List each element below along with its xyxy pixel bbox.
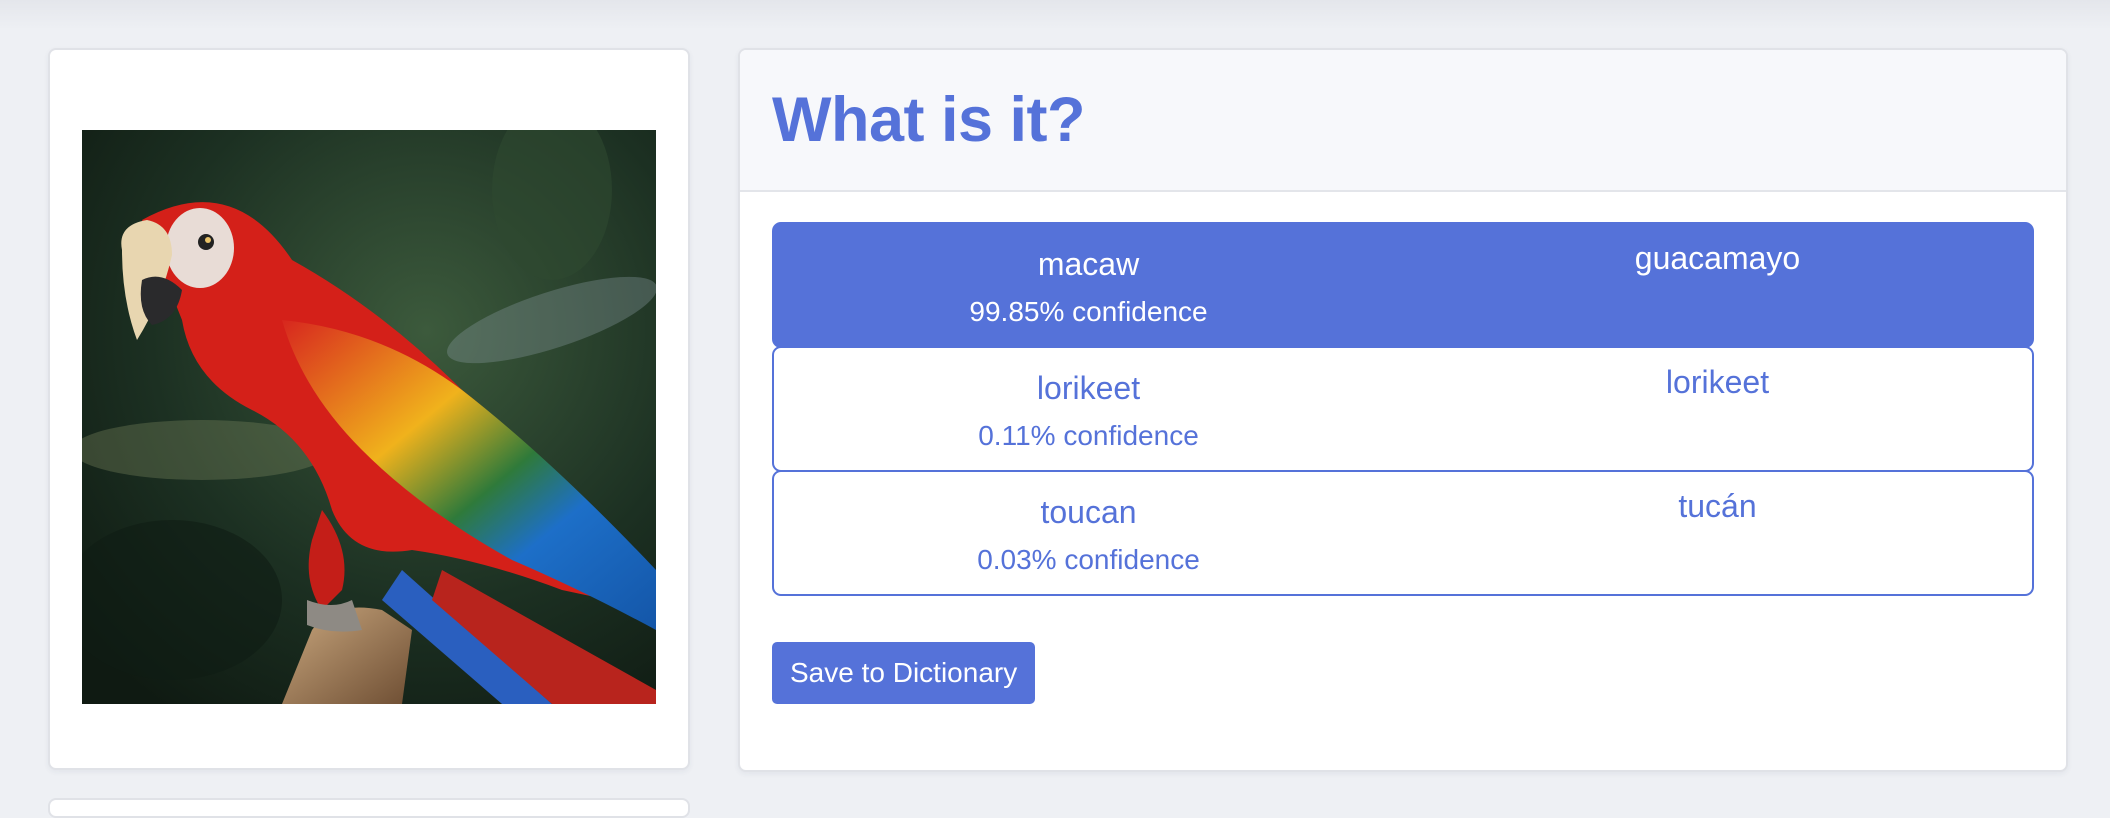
prediction-english: lorikeet 0.11% confidence bbox=[774, 348, 1403, 470]
prediction-confidence: 99.85% confidence bbox=[969, 296, 1208, 327]
prediction-english: toucan 0.03% confidence bbox=[774, 472, 1403, 594]
prediction-label: toucan bbox=[1040, 494, 1137, 530]
result-body: macaw 99.85% confidence guacamayo lorike… bbox=[740, 192, 2066, 704]
prediction-spanish: guacamayo bbox=[1403, 224, 2032, 346]
prediction-label: lorikeet bbox=[1036, 370, 1141, 406]
page-title: What is it? bbox=[772, 85, 1085, 155]
result-card: What is it? macaw 99.85% confidence guac… bbox=[738, 48, 2068, 772]
macaw-photo-illustration bbox=[82, 130, 656, 704]
prediction-item-macaw[interactable]: macaw 99.85% confidence guacamayo bbox=[772, 222, 2034, 348]
prediction-translation: tucán bbox=[1678, 488, 1757, 524]
uploaded-photo bbox=[82, 130, 656, 704]
prediction-confidence: 0.11% confidence bbox=[978, 420, 1199, 451]
prediction-translation: guacamayo bbox=[1634, 240, 1801, 276]
result-header: What is it? bbox=[740, 50, 2066, 192]
prediction-item-toucan[interactable]: toucan 0.03% confidence tucán bbox=[772, 470, 2034, 596]
prediction-translation: lorikeet bbox=[1665, 364, 1770, 400]
prediction-spanish: lorikeet bbox=[1403, 348, 2032, 470]
prediction-item-lorikeet[interactable]: lorikeet 0.11% confidence lorikeet bbox=[772, 346, 2034, 472]
page-background bbox=[0, 0, 2110, 30]
prediction-english: macaw 99.85% confidence bbox=[774, 224, 1403, 346]
prediction-confidence: 0.03% confidence bbox=[977, 544, 1200, 575]
prediction-list: macaw 99.85% confidence guacamayo lorike… bbox=[772, 222, 2034, 596]
next-card-edge bbox=[48, 798, 690, 818]
image-card bbox=[48, 48, 690, 770]
save-to-dictionary-button[interactable]: Save to Dictionary bbox=[772, 642, 1036, 704]
prediction-label: macaw bbox=[1037, 246, 1140, 282]
prediction-spanish: tucán bbox=[1403, 472, 2032, 594]
